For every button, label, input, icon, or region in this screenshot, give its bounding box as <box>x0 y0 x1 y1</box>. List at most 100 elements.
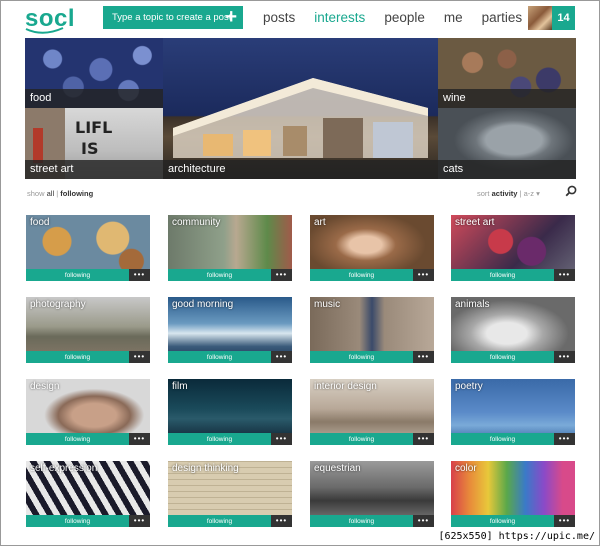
interest-tile-poetry[interactable]: poetry following ••• <box>451 379 575 445</box>
hero-label-wine: wine <box>438 89 576 108</box>
more-options-button[interactable]: ••• <box>413 515 434 527</box>
more-options-button[interactable]: ••• <box>129 433 150 445</box>
interest-tile-music[interactable]: music following ••• <box>310 297 434 363</box>
following-button[interactable]: following <box>26 351 129 363</box>
nav-posts[interactable]: posts <box>263 10 295 25</box>
following-button[interactable]: following <box>451 515 554 527</box>
following-button[interactable]: following <box>168 351 271 363</box>
more-options-button[interactable]: ••• <box>271 269 292 281</box>
tile-action-bar: following ••• <box>310 351 434 363</box>
more-options-button[interactable]: ••• <box>271 433 292 445</box>
interest-tile-interior-design[interactable]: interior design following ••• <box>310 379 434 445</box>
following-button[interactable]: following <box>26 433 129 445</box>
hero-label-street-art: street art <box>25 160 163 179</box>
tile-action-bar: following ••• <box>26 433 150 445</box>
tile-title: art <box>314 217 326 228</box>
plus-icon: + <box>225 6 237 28</box>
following-button[interactable]: following <box>451 269 554 281</box>
more-options-button[interactable]: ••• <box>554 515 575 527</box>
tile-action-bar: following ••• <box>26 269 150 281</box>
hero-tile-cats[interactable]: cats <box>438 108 576 179</box>
interest-tile-community[interactable]: community following ••• <box>168 215 292 281</box>
following-button[interactable]: following <box>451 351 554 363</box>
tile-title: interior design <box>314 381 377 392</box>
interest-tile-design[interactable]: design following ••• <box>26 379 150 445</box>
nav-people[interactable]: people <box>384 10 425 25</box>
hero-tile-food[interactable]: food <box>25 38 163 108</box>
interest-tile-photography[interactable]: photography following ••• <box>26 297 150 363</box>
interest-tile-food[interactable]: food following ••• <box>26 215 150 281</box>
interest-tile-good-morning[interactable]: good morning following ••• <box>168 297 292 363</box>
svg-text:IS: IS <box>81 139 98 158</box>
architecture-illustration <box>173 78 428 158</box>
interest-tile-art[interactable]: art following ••• <box>310 215 434 281</box>
notification-count-badge[interactable]: 14 <box>552 6 575 30</box>
tile-title: design thinking <box>172 463 239 474</box>
more-options-button[interactable]: ••• <box>271 351 292 363</box>
sort-az-option[interactable]: a-z <box>524 189 534 198</box>
more-options-button[interactable]: ••• <box>554 351 575 363</box>
following-button[interactable]: following <box>168 515 271 527</box>
more-options-button[interactable]: ••• <box>129 515 150 527</box>
search-icon[interactable] <box>565 185 577 197</box>
hero-tile-wine[interactable]: wine <box>438 38 576 108</box>
more-options-button[interactable]: ••• <box>413 351 434 363</box>
more-options-button[interactable]: ••• <box>413 433 434 445</box>
interest-tile-color[interactable]: color following ••• <box>451 461 575 527</box>
create-post-button[interactable]: Type a topic to create a post + <box>103 6 243 29</box>
interest-tile-animals[interactable]: animals following ••• <box>451 297 575 363</box>
tile-action-bar: following ••• <box>451 269 575 281</box>
following-button[interactable]: following <box>168 269 271 281</box>
following-button[interactable]: following <box>310 433 413 445</box>
tile-title: film <box>172 381 188 392</box>
more-options-button[interactable]: ••• <box>554 433 575 445</box>
watermark-caption: [625x550] https://upic.me/ <box>436 530 597 543</box>
following-button[interactable]: following <box>451 433 554 445</box>
tile-action-bar: following ••• <box>168 515 292 527</box>
interest-tile-street-art[interactable]: street art following ••• <box>451 215 575 281</box>
tile-title: design <box>30 381 60 392</box>
tile-action-bar: following ••• <box>310 515 434 527</box>
user-avatar[interactable] <box>528 6 552 30</box>
more-options-button[interactable]: ••• <box>129 269 150 281</box>
tile-title: animals <box>455 299 490 310</box>
hero-label-food: food <box>25 89 163 108</box>
nav-interests[interactable]: interests <box>314 10 365 25</box>
interest-tile-design-thinking[interactable]: design thinking following ••• <box>168 461 292 527</box>
sort-separator: | <box>519 189 522 198</box>
tile-action-bar: following ••• <box>310 433 434 445</box>
logo-swoosh-icon <box>25 27 64 34</box>
more-options-button[interactable]: ••• <box>554 269 575 281</box>
following-button[interactable]: following <box>310 269 413 281</box>
interest-tile-equestrian[interactable]: equestrian following ••• <box>310 461 434 527</box>
following-button[interactable]: following <box>310 515 413 527</box>
tile-action-bar: following ••• <box>451 433 575 445</box>
main-nav: posts interests people me parties <box>263 10 541 25</box>
tile-action-bar: following ••• <box>451 515 575 527</box>
tile-title: color <box>455 463 477 474</box>
tile-title: good morning <box>172 299 234 310</box>
show-following-option[interactable]: following <box>60 189 93 198</box>
nav-parties[interactable]: parties <box>482 10 523 25</box>
nav-me[interactable]: me <box>444 10 463 25</box>
interest-tile-self-expression[interactable]: self-expression following ••• <box>26 461 150 527</box>
interest-tile-film[interactable]: film following ••• <box>168 379 292 445</box>
chevron-down-icon[interactable]: ▾ <box>536 189 540 198</box>
more-options-button[interactable]: ••• <box>271 515 292 527</box>
tile-title: food <box>30 217 50 228</box>
tile-action-bar: following ••• <box>168 433 292 445</box>
following-button[interactable]: following <box>26 269 129 281</box>
tile-action-bar: following ••• <box>168 351 292 363</box>
show-label: show <box>27 189 45 198</box>
hero-tile-street-art[interactable]: LIFL IS street art <box>25 108 163 179</box>
sort-activity-option[interactable]: activity <box>492 189 518 198</box>
more-options-button[interactable]: ••• <box>129 351 150 363</box>
svg-text:LIFL: LIFL <box>75 118 112 137</box>
following-button[interactable]: following <box>310 351 413 363</box>
more-options-button[interactable]: ••• <box>413 269 434 281</box>
show-all-option[interactable]: all <box>47 189 55 198</box>
hero-tile-architecture[interactable]: architecture <box>163 38 438 179</box>
tile-action-bar: following ••• <box>310 269 434 281</box>
following-button[interactable]: following <box>168 433 271 445</box>
following-button[interactable]: following <box>26 515 129 527</box>
